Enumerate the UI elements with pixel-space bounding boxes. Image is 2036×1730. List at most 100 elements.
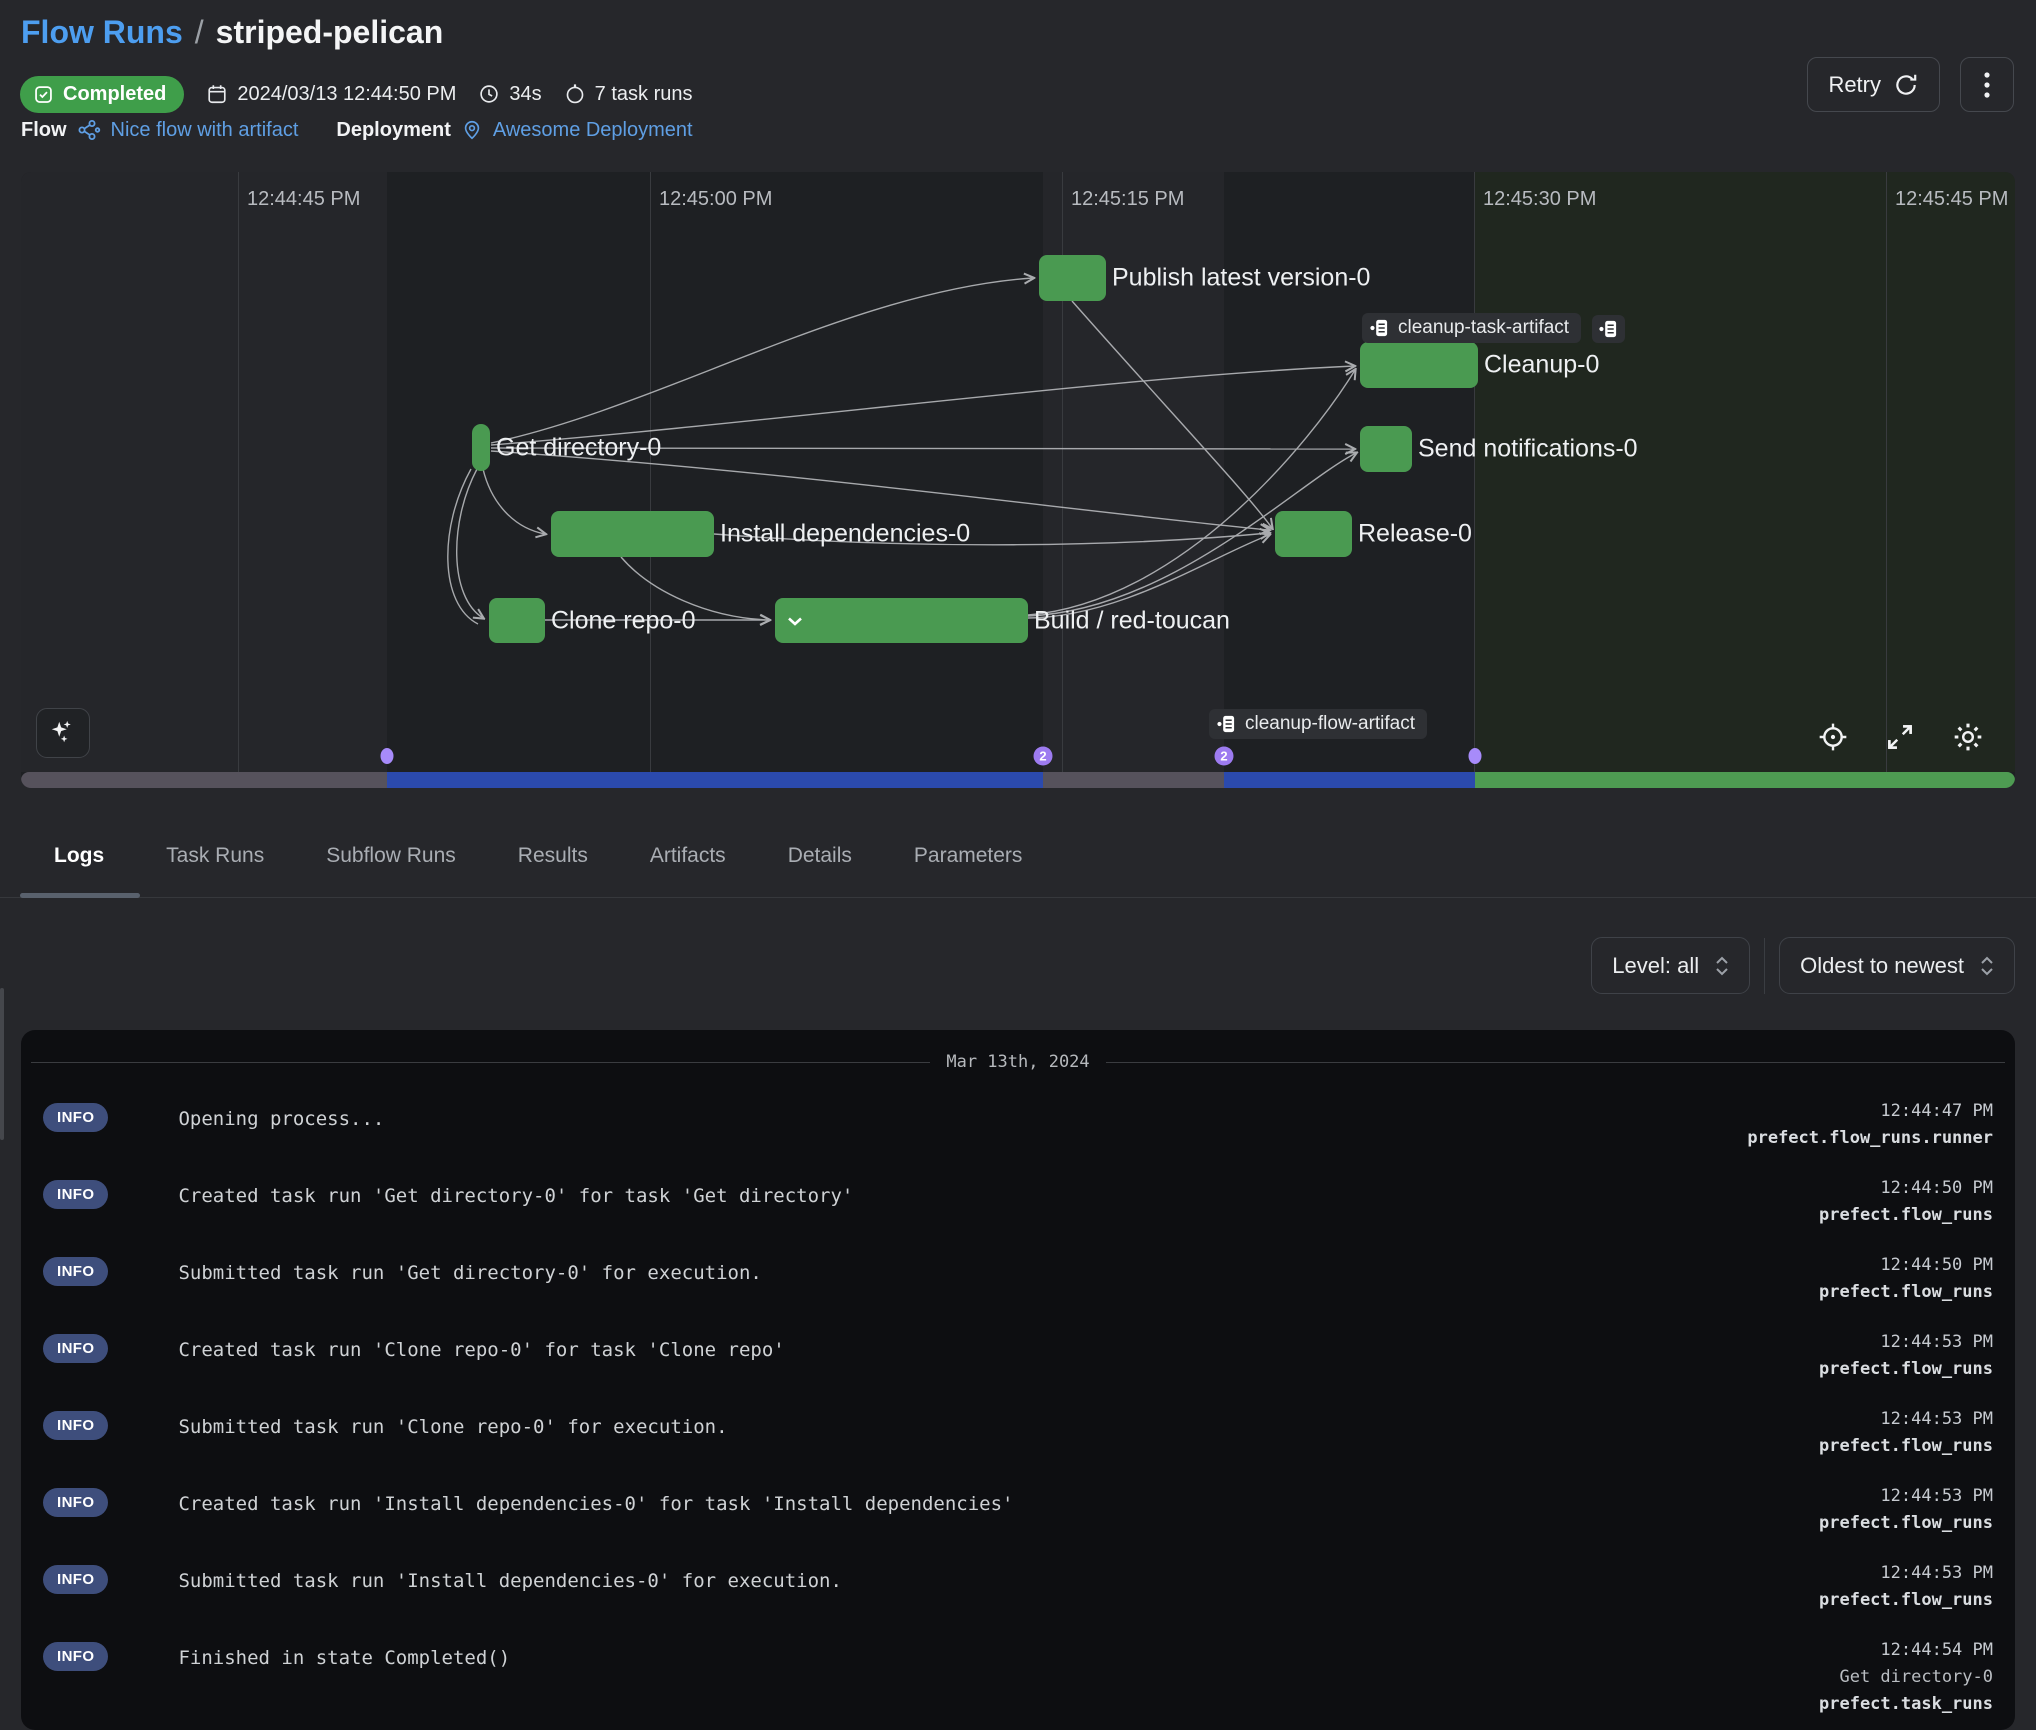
task-node-label: Get directory-0	[496, 433, 661, 462]
log-date-divider: Mar 13th, 2024	[21, 1052, 2015, 1072]
scrubber-segment[interactable]	[1475, 772, 2015, 788]
task-runs-icon	[564, 83, 586, 105]
kebab-menu-button[interactable]	[1960, 57, 2014, 112]
sparkles-icon	[48, 718, 78, 748]
log-row[interactable]: INFOSubmitted task run 'Get directory-0'…	[21, 1255, 2015, 1302]
log-meta: 12:44:53 PMprefect.flow_runs	[1819, 1563, 1993, 1610]
timeline-tick-label: 12:45:00 PM	[659, 188, 772, 211]
task-node-get-directory[interactable]	[472, 424, 490, 471]
flow-link[interactable]: Nice flow with artifact	[111, 119, 299, 142]
task-node-label: Release-0	[1358, 520, 1472, 549]
task-node-send-notifications[interactable]	[1360, 426, 1412, 472]
flow-run-meta: Completed 2024/03/13 12:44:50 PM 34s 7 t…	[20, 74, 692, 114]
settings-gear-icon[interactable]	[1951, 720, 1985, 754]
fullscreen-icon[interactable]	[1885, 722, 1915, 752]
log-meta: 12:44:47 PMprefect.flow_runs.runner	[1747, 1101, 1993, 1148]
log-row[interactable]: INFOSubmitted task run 'Clone repo-0' fo…	[21, 1409, 2015, 1456]
log-timestamp: 12:44:50 PM	[1819, 1178, 1993, 1198]
deployment-link[interactable]: Awesome Deployment	[493, 119, 693, 142]
task-node-cleanup[interactable]	[1360, 342, 1478, 388]
log-logger-name: prefect.flow_runs	[1819, 1436, 1993, 1456]
sparkles-button[interactable]	[36, 708, 90, 758]
timeline-scrubber[interactable]	[21, 772, 2015, 788]
event-marker[interactable]	[381, 748, 394, 764]
timeline-tick-label: 12:44:45 PM	[247, 188, 360, 211]
log-row[interactable]: INFOFinished in state Completed()12:44:5…	[21, 1640, 2015, 1714]
flow-deployment-row: Flow Nice flow with artifact Deployment …	[21, 118, 693, 142]
active-tab-underline	[20, 893, 140, 898]
log-row[interactable]: INFOOpening process...12:44:47 PMprefect…	[21, 1101, 2015, 1148]
log-date: Mar 13th, 2024	[946, 1052, 1089, 1072]
event-marker[interactable]: 2	[1034, 747, 1053, 766]
scrubber-segment[interactable]	[1043, 772, 1224, 788]
task-node-label: Send notifications-0	[1418, 435, 1638, 464]
log-timestamp: 12:44:53 PM	[1819, 1486, 1993, 1506]
tab-subflow-runs[interactable]: Subflow Runs	[324, 826, 458, 886]
status-badge[interactable]: Completed	[20, 76, 184, 113]
log-meta: 12:44:53 PMprefect.flow_runs	[1819, 1486, 1993, 1533]
task-run-graph[interactable]: 12:44:45 PM12:45:00 PM12:45:15 PM12:45:3…	[21, 172, 2015, 788]
level-filter-select[interactable]: Level: all	[1591, 937, 1750, 994]
clock-icon	[478, 83, 500, 105]
scrubber-segment[interactable]	[1224, 772, 1475, 788]
recenter-icon[interactable]	[1817, 721, 1849, 753]
chevron-down-icon[interactable]	[783, 609, 807, 633]
artifact-badge[interactable]	[1592, 315, 1625, 343]
log-level-badge: INFO	[43, 1565, 108, 1594]
log-task-name: Get directory-0	[1819, 1667, 1993, 1687]
check-square-icon	[33, 84, 54, 105]
task-node-label: Clone repo-0	[551, 606, 696, 635]
tab-artifacts[interactable]: Artifacts	[648, 826, 728, 886]
timeline-tick-label: 12:45:30 PM	[1483, 188, 1596, 211]
log-timestamp: 12:44:53 PM	[1819, 1409, 1993, 1429]
timeline-gridline	[1886, 172, 1887, 772]
log-row[interactable]: INFOCreated task run 'Install dependenci…	[21, 1486, 2015, 1533]
task-node-build-red-toucan[interactable]	[775, 598, 1028, 643]
log-timestamp: 12:44:54 PM	[1819, 1640, 1993, 1660]
deployment-label: Deployment	[336, 119, 450, 142]
artifact-icon	[1370, 318, 1389, 338]
log-level-badge: INFO	[43, 1334, 108, 1363]
event-marker[interactable]: 2	[1215, 747, 1234, 766]
retry-button[interactable]: Retry	[1807, 57, 1940, 112]
scrubber-segment[interactable]	[21, 772, 387, 788]
log-filters: Level: all Oldest to newest	[1591, 937, 2015, 994]
tab-details[interactable]: Details	[786, 826, 854, 886]
chevron-updown-icon	[1980, 956, 1994, 976]
timeline-tick-label: 12:45:45 PM	[1895, 188, 2008, 211]
log-message: Submitted task run 'Get directory-0' for…	[178, 1262, 1819, 1284]
timeline-gridline	[650, 172, 651, 772]
artifact-badge-cleanup-task-artifact[interactable]: cleanup-task-artifact	[1362, 313, 1581, 343]
event-marker[interactable]	[1469, 748, 1482, 764]
log-list[interactable]: Mar 13th, 2024 INFOOpening process...12:…	[21, 1030, 2015, 1730]
artifact-badge-cleanup-flow-artifact[interactable]: cleanup-flow-artifact	[1209, 709, 1427, 739]
breadcrumb-separator: /	[195, 14, 204, 51]
breadcrumb-flow-runs-link[interactable]: Flow Runs	[21, 14, 183, 51]
task-node-publish-latest[interactable]	[1039, 255, 1106, 301]
tab-task-runs[interactable]: Task Runs	[164, 826, 266, 886]
timeline-band	[387, 172, 1043, 772]
task-node-release[interactable]	[1275, 511, 1352, 557]
scrollbar-fragment[interactable]	[0, 988, 4, 1140]
log-message: Created task run 'Install dependencies-0…	[178, 1493, 1819, 1515]
tab-logs[interactable]: Logs	[52, 826, 106, 886]
kebab-icon	[1984, 71, 1990, 99]
scrubber-segment[interactable]	[387, 772, 1043, 788]
task-node-clone-repo[interactable]	[489, 598, 545, 643]
log-row[interactable]: INFOSubmitted task run 'Install dependen…	[21, 1563, 2015, 1610]
tab-results[interactable]: Results	[516, 826, 590, 886]
timeline-gridline	[238, 172, 239, 772]
log-message: Created task run 'Get directory-0' for t…	[178, 1185, 1819, 1207]
refresh-icon	[1893, 72, 1919, 98]
breadcrumb: Flow Runs / striped-pelican	[21, 14, 443, 51]
timeline-band	[1224, 172, 1474, 772]
log-timestamp: 12:44:47 PM	[1747, 1101, 1993, 1121]
artifact-label: cleanup-task-artifact	[1398, 317, 1569, 339]
tab-parameters[interactable]: Parameters	[912, 826, 1025, 886]
log-row[interactable]: INFOCreated task run 'Get directory-0' f…	[21, 1178, 2015, 1225]
log-level-badge: INFO	[43, 1411, 108, 1440]
log-row[interactable]: INFOCreated task run 'Clone repo-0' for …	[21, 1332, 2015, 1379]
task-node-install-dependencies[interactable]	[551, 511, 714, 557]
sort-order-select[interactable]: Oldest to newest	[1779, 937, 2015, 994]
chevron-updown-icon	[1715, 956, 1729, 976]
